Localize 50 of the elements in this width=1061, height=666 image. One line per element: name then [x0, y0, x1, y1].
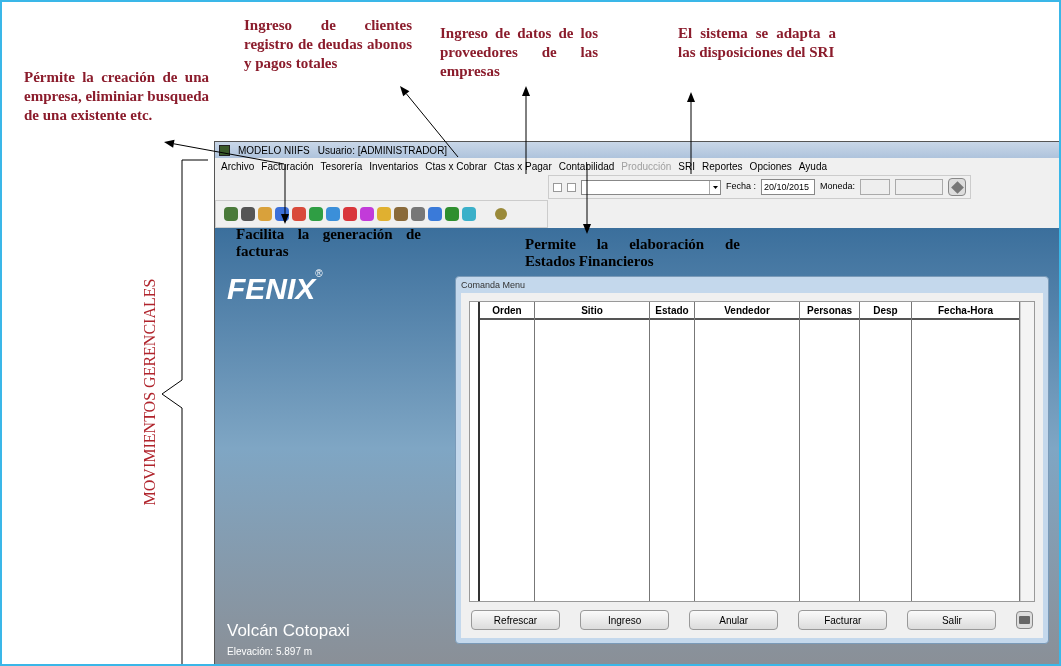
- moneda-label: Moneda:: [820, 180, 856, 194]
- side-label: MOVIMIENTOS GERENCIALES: [140, 278, 159, 506]
- menu-item[interactable]: Reportes: [702, 159, 743, 174]
- menu-item[interactable]: Inventarios: [369, 159, 419, 174]
- dialog-button[interactable]: Refrescar: [471, 610, 561, 630]
- dialog-button[interactable]: Ingreso: [580, 610, 670, 630]
- column-header[interactable]: Desp: [860, 302, 911, 320]
- window-title: MODELO NIIFS: [238, 143, 310, 158]
- checkbox[interactable]: [553, 182, 562, 192]
- annotation-text: Facilita la generación de facturas: [236, 226, 421, 260]
- fecha-label: Fecha :: [726, 180, 756, 194]
- annotation-text: Ingreso de datos de los proveedores de las empresas: [440, 24, 598, 81]
- menu-item[interactable]: Ctas x Cobrar: [425, 159, 487, 174]
- amount-field[interactable]: [895, 179, 944, 195]
- column-header[interactable]: Orden: [480, 302, 534, 320]
- menu-item[interactable]: SRI: [678, 159, 696, 174]
- print-button[interactable]: [1016, 611, 1033, 629]
- column-header[interactable]: Fecha-Hora: [912, 302, 1019, 320]
- menu-item[interactable]: Ctas x Pagar: [493, 159, 552, 174]
- menu-item[interactable]: Ayuda: [798, 159, 828, 174]
- dropdown[interactable]: [581, 179, 721, 195]
- annotation-text: Permite la elaboración de Estados Financieros: [525, 236, 740, 270]
- photo-caption: Volcán Cotopaxi: [227, 619, 350, 642]
- menu-item[interactable]: Contabilidad: [558, 159, 615, 174]
- toolbar-button[interactable]: [948, 178, 967, 196]
- menu-item[interactable]: Archivo: [221, 159, 255, 174]
- date-field[interactable]: 20/10/2015: [761, 179, 815, 195]
- menu-item[interactable]: Facturación: [261, 159, 314, 174]
- dialog-button[interactable]: Anular: [689, 610, 779, 630]
- column-header[interactable]: Vendedor: [695, 302, 799, 320]
- user-label: Usuario: [ADMINISTRADOR]: [317, 143, 448, 158]
- menu-item[interactable]: Tesorería: [320, 159, 363, 174]
- dialog-button[interactable]: Salir: [907, 610, 997, 630]
- scrollbar[interactable]: [1020, 302, 1034, 601]
- checkbox[interactable]: [567, 182, 576, 192]
- column-header[interactable]: Personas: [800, 302, 859, 320]
- column-header[interactable]: Sitio: [535, 302, 649, 320]
- app-icon: [219, 144, 230, 156]
- logo-text: FENIX: [227, 272, 316, 307]
- annotation-text: Ingreso de clientes registro de deudas abonos y pagos totales: [244, 16, 412, 73]
- photo-subcaption: Elevación: 5.897 m: [227, 645, 313, 659]
- dialog-button[interactable]: Facturar: [798, 610, 888, 630]
- annotation-text: Pérmite la creación de una empresa, eliminiar busqueda de una existente etc.: [24, 68, 209, 125]
- annotation-text: El sistema se adapta a las disposiciones del SRI: [678, 24, 836, 62]
- logo-mark: ®: [315, 267, 323, 279]
- caret-icon: [709, 180, 720, 194]
- currency-dropdown[interactable]: [860, 179, 891, 195]
- menu-item[interactable]: Opciones: [749, 159, 792, 174]
- dialog-title: Comanda Menu: [461, 279, 527, 292]
- column-header[interactable]: Estado: [650, 302, 694, 320]
